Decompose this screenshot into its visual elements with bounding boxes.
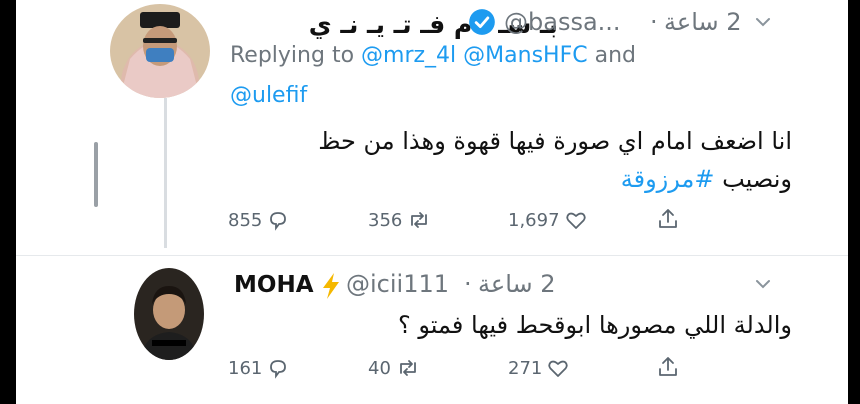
retweet-icon: [395, 356, 421, 380]
lightning-icon: [320, 272, 342, 304]
reply-mentions[interactable]: @mrz_4l @MansHFC: [361, 43, 588, 68]
handle[interactable]: @bassa...: [504, 8, 621, 36]
like-count: 271: [508, 357, 543, 379]
tweet-text-plain: ونصيب: [722, 165, 792, 193]
reply-count: 161: [228, 357, 263, 379]
reply-count: 855: [228, 209, 263, 231]
replying-to-line: Replying to @mrz_4l @MansHFC and @ulefif: [230, 36, 750, 116]
share-icon: [656, 206, 680, 232]
hashtag-link[interactable]: #مرزوقة: [621, 165, 715, 193]
retweet-count: 40: [368, 357, 391, 379]
tweet-thread: بـ سـ ا م فـ تـ يـ نـ ي @bassa... · 2 سا…: [16, 0, 848, 404]
time-separator: ·: [464, 270, 472, 298]
left-bezel: [0, 0, 16, 404]
timestamp[interactable]: 2 ساعة: [478, 270, 556, 298]
reply-button[interactable]: 855: [228, 208, 290, 232]
reply-and: and: [594, 43, 636, 68]
reply-icon: [266, 356, 290, 380]
timestamp[interactable]: 2 ساعة: [664, 8, 742, 36]
reply-icon: [266, 208, 290, 232]
share-button[interactable]: [656, 206, 680, 232]
like-count: 1,697: [508, 209, 560, 231]
tweet-text-line: والدلة اللي مصورها ابوقحط فيها فمتو ؟: [398, 311, 792, 339]
share-button[interactable]: [656, 354, 680, 380]
like-button[interactable]: 271: [508, 356, 570, 380]
reply-mention-ulefif[interactable]: @ulefif: [230, 83, 307, 108]
thread-connector: [164, 98, 167, 248]
tweet-text: انا اضعف امام اي صورة فيها قهوة وهذا من …: [192, 122, 792, 198]
chevron-down-icon[interactable]: [753, 274, 773, 298]
retweet-count: 356: [368, 209, 403, 231]
time-separator: ·: [650, 8, 658, 36]
tweet-text-line: انا اضعف امام اي صورة فيها قهوة وهذا من …: [318, 127, 792, 155]
like-icon: [546, 356, 570, 380]
replying-to-label: Replying to: [230, 43, 355, 68]
like-button[interactable]: 1,697: [508, 208, 588, 232]
scroll-indicator[interactable]: [94, 142, 98, 207]
like-icon: [564, 208, 588, 232]
chevron-down-icon[interactable]: [753, 12, 773, 36]
avatar[interactable]: [110, 4, 210, 98]
tweet-divider: [16, 255, 848, 256]
tweet-text: والدلة اللي مصورها ابوقحط فيها فمتو ؟: [192, 306, 792, 344]
tweet-text-line: ونصيب #مرزوقة: [192, 160, 792, 198]
handle[interactable]: @icii111: [346, 270, 449, 298]
share-icon: [656, 354, 680, 380]
display-name[interactable]: MOHA: [234, 272, 314, 298]
reply-button[interactable]: 161: [228, 356, 290, 380]
retweet-button[interactable]: 356: [368, 208, 432, 232]
retweet-button[interactable]: 40: [368, 356, 421, 380]
retweet-icon: [406, 208, 432, 232]
